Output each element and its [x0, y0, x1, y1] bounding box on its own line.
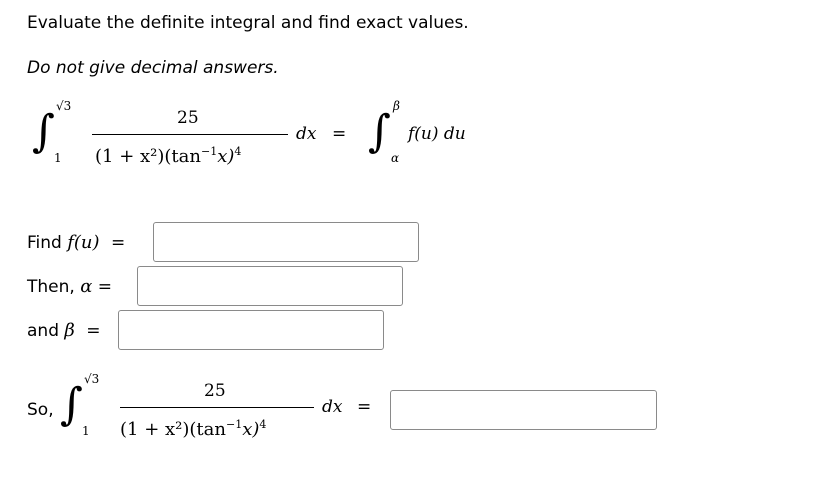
- result-lower-limit: 1: [82, 424, 90, 438]
- result-denominator-main: (1 + x²)(tan: [120, 419, 226, 440]
- find-label: Find f(u) =: [27, 232, 125, 253]
- result-upper-limit: √3: [84, 372, 100, 386]
- sub-lower-limit: α: [391, 151, 400, 165]
- denominator-main: (1 + x²)(tan: [95, 146, 201, 167]
- find-equals: =: [110, 233, 126, 253]
- result-denominator: (1 + x²)(tan−1x)4: [120, 418, 266, 440]
- equals-sign: =: [332, 124, 347, 144]
- result-denominator-exponent: 4: [259, 418, 267, 431]
- alpha-symbol: α: [80, 276, 93, 297]
- find-expr: f(u): [67, 232, 100, 253]
- differential: dx: [296, 124, 317, 144]
- sub-integral-sign: ∫: [368, 106, 391, 157]
- so-label: So,: [27, 400, 54, 420]
- then-prefix: Then,: [27, 277, 75, 297]
- instruction-text: Evaluate the definite integral and find …: [27, 13, 469, 33]
- sub-integrand: f(u) du: [408, 124, 466, 144]
- sub-upper-limit: β: [393, 99, 400, 113]
- f-input[interactable]: [153, 222, 419, 262]
- result-equals-sign: =: [357, 397, 372, 417]
- lower-limit: 1: [54, 151, 62, 165]
- note-text: Do not give decimal answers.: [27, 58, 279, 78]
- result-input[interactable]: [390, 390, 657, 430]
- result-fraction-bar: [120, 407, 314, 408]
- find-prefix: Find: [27, 233, 62, 253]
- alpha-input[interactable]: [137, 266, 403, 306]
- result-differential: dx: [322, 397, 343, 417]
- denominator-inverse: −1: [200, 145, 218, 158]
- and-prefix: and: [27, 321, 59, 341]
- result-denominator-inverse: −1: [225, 418, 243, 431]
- fraction-bar: [92, 134, 288, 135]
- beta-symbol: β: [64, 320, 75, 341]
- denominator-arg: x): [217, 146, 235, 167]
- beta-input[interactable]: [118, 310, 384, 350]
- beta-label: and β =: [27, 320, 100, 341]
- result-integral-sign: ∫: [60, 379, 83, 430]
- denominator: (1 + x²)(tan−1x)4: [95, 145, 241, 167]
- integral-sign: ∫: [32, 106, 55, 157]
- denominator-exponent: 4: [234, 145, 242, 158]
- result-denominator-arg: x): [242, 419, 260, 440]
- result-numerator: 25: [204, 381, 226, 401]
- alpha-label: Then, α =: [27, 276, 112, 297]
- beta-equals: =: [86, 321, 101, 341]
- alpha-equals: =: [97, 277, 113, 297]
- numerator: 25: [177, 108, 199, 128]
- upper-limit: √3: [56, 99, 72, 113]
